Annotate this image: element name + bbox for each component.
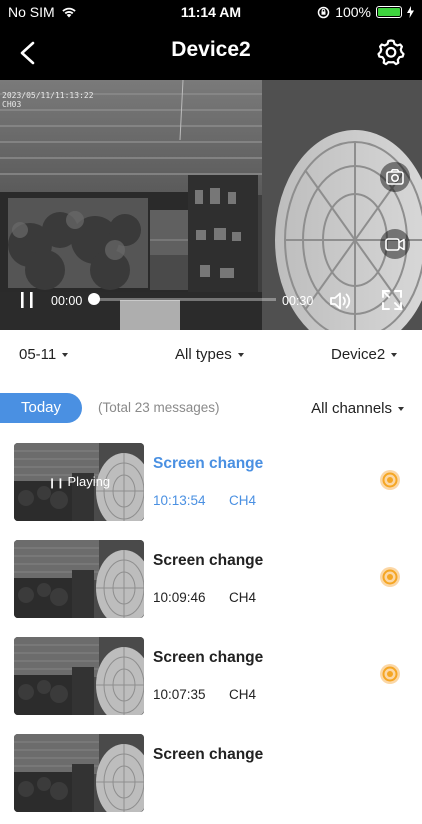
today-tab[interactable]: Today: [0, 393, 82, 423]
event-channel: CH4: [229, 687, 257, 702]
type-filter[interactable]: All types: [175, 346, 244, 363]
list-item[interactable]: Screen change 10:09:46 CH4: [0, 540, 422, 630]
caret-down-icon: [62, 352, 69, 357]
camera-icon: [386, 169, 404, 185]
playing-label: Playing: [67, 474, 111, 489]
current-time: 00:00: [51, 294, 83, 308]
osd-date: 2023/05/11/11:13:22: [2, 91, 94, 100]
event-channel: CH4: [229, 590, 257, 605]
video-osd: 2023/05/11/11:13:22 CH03: [2, 91, 94, 109]
thumbnail-image: [14, 540, 144, 618]
fullscreen-icon[interactable]: [380, 288, 404, 312]
volume-icon[interactable]: [328, 289, 354, 313]
battery-percent: 100%: [335, 4, 371, 20]
caret-down-icon: [391, 352, 398, 357]
playing-indicator: ❙❙ Playing: [14, 474, 144, 489]
list-item[interactable]: Screen change: [0, 734, 422, 824]
list-item[interactable]: ❙❙ Playing Screen change 10:13:54 CH4: [0, 443, 422, 533]
channel-filter[interactable]: All channels: [311, 400, 404, 417]
channel-filter-label: All channels: [311, 400, 392, 417]
filter-bar: 05-11 All types Device2: [0, 330, 422, 378]
status-bar: No SIM 11:14 AM 100%: [0, 0, 422, 24]
record-button[interactable]: [380, 229, 410, 259]
caret-down-icon: [398, 406, 404, 411]
page-title: Device2: [171, 38, 251, 61]
date-filter-label: 05-11: [19, 346, 57, 363]
settings-button[interactable]: [376, 37, 406, 67]
event-channel: CH4: [229, 493, 257, 508]
event-title: Screen change: [153, 552, 264, 569]
event-badge-icon: [380, 567, 400, 587]
orientation-lock-icon: [317, 6, 330, 18]
event-badge-icon: [380, 470, 400, 490]
video-controls: 00:00 00:30: [0, 270, 422, 330]
charging-icon: [407, 6, 414, 18]
event-title: Screen change: [153, 746, 264, 763]
seek-bar-handle[interactable]: [88, 293, 100, 305]
event-thumbnail[interactable]: [14, 540, 144, 618]
device-filter[interactable]: Device2: [331, 346, 398, 363]
event-time: 10:09:46: [153, 590, 206, 605]
event-thumbnail[interactable]: ❙❙ Playing: [14, 443, 144, 521]
gear-icon: [377, 39, 405, 66]
date-filter[interactable]: 05-11: [19, 346, 69, 363]
device-filter-label: Device2: [331, 346, 386, 363]
event-title: Screen change: [153, 455, 264, 472]
snapshot-button[interactable]: [380, 162, 410, 192]
duration-time: 00:30: [282, 294, 314, 308]
battery-icon: [376, 6, 402, 18]
event-thumbnail[interactable]: [14, 637, 144, 715]
event-title: Screen change: [153, 649, 264, 666]
type-filter-label: All types: [175, 346, 232, 363]
status-right: 100%: [317, 4, 414, 20]
pause-icon[interactable]: [16, 289, 38, 311]
thumbnail-image: [14, 734, 144, 812]
total-messages: (Total 23 messages): [98, 400, 220, 415]
osd-channel: CH03: [2, 100, 22, 109]
event-time: 10:13:54: [153, 493, 206, 508]
thumbnail-image: [14, 637, 144, 715]
list-item[interactable]: Screen change 10:07:35 CH4: [0, 637, 422, 727]
nav-bar: Device2: [0, 24, 422, 80]
caret-down-icon: [237, 352, 244, 357]
video-camera-icon: [385, 238, 405, 251]
seek-bar[interactable]: [88, 293, 276, 305]
pause-icon: ❙❙: [47, 478, 68, 489]
event-thumbnail[interactable]: [14, 734, 144, 812]
video-player[interactable]: 2023/05/11/11:13:22 CH03 00:00 00:30: [0, 80, 422, 330]
event-badge-icon: [380, 664, 400, 684]
event-time: 10:07:35: [153, 687, 206, 702]
